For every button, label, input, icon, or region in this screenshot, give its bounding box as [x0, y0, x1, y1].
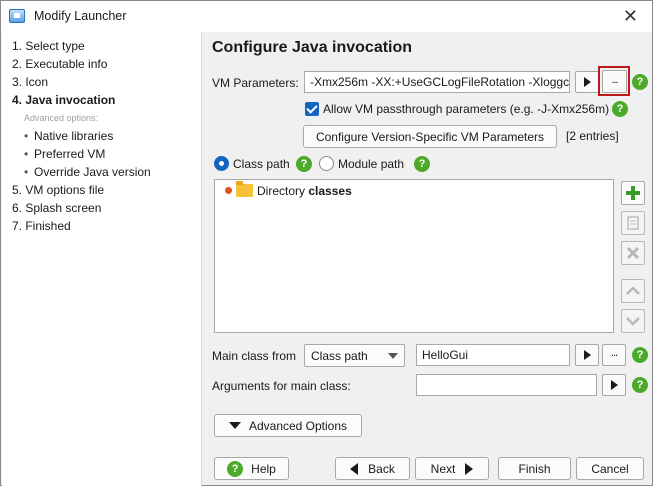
vm-parameters-input[interactable]: -Xmx256m -XX:+UseGCLogFileRotation -Xlog… — [304, 71, 570, 93]
next-button-label: Next — [430, 461, 456, 476]
highlight-box — [598, 66, 630, 96]
vm-parameters-label: VM Parameters: — [212, 76, 299, 90]
step-vm-options-file[interactable]: 5. VM options file — [12, 183, 104, 197]
delete-icon — [626, 246, 640, 260]
window-title: Modify Launcher — [34, 9, 127, 23]
classpath-list[interactable]: Directory classes — [214, 179, 614, 333]
help-icon[interactable]: ? — [612, 101, 628, 117]
modulepath-radio[interactable] — [319, 156, 334, 171]
chevron-down-icon — [388, 353, 398, 359]
main-class-source-value: Class path — [311, 349, 368, 363]
list-item-label: Directory classes — [257, 184, 352, 198]
delete-entry-button[interactable] — [621, 241, 645, 265]
advanced-options-label: Advanced options: — [24, 113, 99, 123]
edit-icon — [627, 216, 639, 230]
back-arrow-icon — [350, 462, 359, 475]
close-icon[interactable]: ✕ — [623, 6, 638, 27]
sub-preferred-vm-label: Preferred VM — [34, 147, 106, 161]
sub-override-java-version[interactable]: • Override Java version — [24, 165, 151, 179]
page-title: Configure Java invocation — [212, 39, 413, 56]
play-icon — [583, 350, 591, 360]
list-item[interactable]: Directory classes — [215, 180, 613, 200]
play-icon — [583, 77, 591, 87]
help-icon[interactable]: ? — [414, 156, 430, 172]
status-dot — [225, 187, 232, 194]
help-icon[interactable]: ? — [296, 156, 312, 172]
add-icon — [626, 186, 640, 200]
wizard-steps-sidebar: 1. Select type 2. Executable info 3. Ico… — [2, 32, 202, 486]
main-class-from-label: Main class from — [212, 349, 297, 363]
title-bar: Modify Launcher ✕ — [1, 1, 652, 32]
configure-version-vm-button[interactable]: Configure Version-Specific VM Parameters — [303, 125, 557, 148]
folder-icon — [236, 181, 253, 197]
modulepath-radio-label[interactable]: Module path — [338, 157, 404, 171]
step-executable-info[interactable]: 2. Executable info — [12, 57, 107, 71]
sub-override-java-version-label: Override Java version — [34, 165, 151, 179]
sub-native-libraries-label: Native libraries — [34, 129, 114, 143]
up-icon — [626, 286, 640, 295]
edit-entry-button[interactable] — [621, 211, 645, 235]
passthrough-checkbox[interactable] — [305, 102, 319, 116]
help-icon[interactable]: ? — [632, 347, 648, 363]
entries-count: [2 entries] — [566, 129, 619, 143]
more-icon: ... — [610, 347, 618, 359]
play-icon — [610, 380, 618, 390]
cancel-button[interactable]: Cancel — [576, 457, 644, 480]
arguments-input[interactable] — [416, 374, 597, 396]
back-button-label: Back — [368, 461, 395, 476]
next-button[interactable]: Next — [415, 457, 489, 480]
app-icon — [9, 9, 25, 23]
arguments-label: Arguments for main class: — [212, 379, 351, 393]
back-button[interactable]: Back — [335, 457, 410, 480]
help-icon[interactable]: ? — [632, 377, 648, 393]
sub-native-libraries[interactable]: • Native libraries — [24, 129, 113, 143]
step-splash-screen[interactable]: 6. Splash screen — [12, 201, 101, 215]
classpath-radio[interactable] — [214, 156, 229, 171]
main-class-play-button[interactable] — [575, 344, 599, 366]
list-item-name: classes — [308, 184, 352, 198]
modify-launcher-dialog: Modify Launcher ✕ 1. Select type 2. Exec… — [0, 0, 653, 486]
advanced-options-button[interactable]: Advanced Options — [214, 414, 362, 437]
advanced-options-label: Advanced Options — [248, 418, 348, 433]
step-select-type[interactable]: 1. Select type — [12, 39, 85, 53]
classpath-radio-label[interactable]: Class path — [233, 157, 290, 171]
step-icon[interactable]: 3. Icon — [12, 75, 48, 89]
step-finished[interactable]: 7. Finished — [12, 219, 71, 233]
finish-button[interactable]: Finish — [498, 457, 571, 480]
down-icon — [626, 317, 640, 326]
main-class-input[interactable]: HelloGui — [416, 344, 570, 366]
list-item-prefix: Directory — [257, 184, 306, 198]
chevron-down-icon — [228, 422, 241, 429]
step-java-invocation[interactable]: 4. Java invocation — [12, 93, 115, 107]
add-entry-button[interactable] — [621, 181, 645, 205]
move-up-button[interactable] — [621, 279, 645, 303]
sub-preferred-vm[interactable]: • Preferred VM — [24, 147, 105, 161]
vm-params-play-button[interactable] — [575, 71, 599, 93]
help-button[interactable]: ? Help — [214, 457, 289, 480]
move-down-button[interactable] — [621, 309, 645, 333]
main-class-more-button[interactable]: ... — [602, 344, 626, 366]
next-arrow-icon — [465, 462, 474, 475]
arguments-play-button[interactable] — [602, 374, 626, 396]
main-class-source-select[interactable]: Class path — [304, 344, 405, 367]
help-button-label: Help — [251, 461, 276, 476]
passthrough-label: Allow VM passthrough parameters (e.g. -J… — [323, 102, 610, 116]
help-icon[interactable]: ? — [632, 74, 648, 90]
help-icon: ? — [227, 460, 244, 477]
